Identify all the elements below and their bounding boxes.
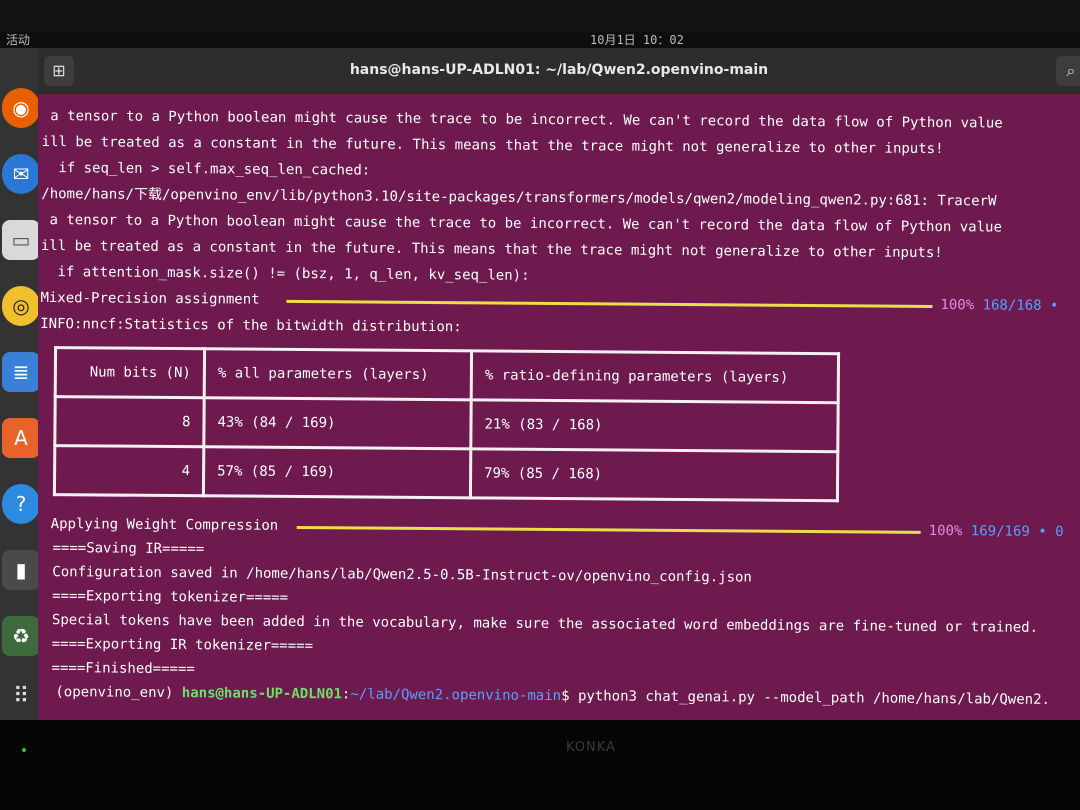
firefox-icon[interactable]: ◉ [2,88,40,128]
progress-status: 100% 169/169 • 0 [929,519,1064,544]
output-line: if seq_len > self.max_seq_len_cached: [41,159,371,179]
table-cell: 4 [54,445,204,496]
table-header: % ratio-defining parameters (layers) [471,350,839,403]
progress-tail: • [1049,297,1059,314]
prompt-dollar: $ [561,688,579,705]
info-line: INFO:nncf:Statistics of the bitwidth dis… [40,315,462,336]
terminal-window[interactable]: ⊞ hans@hans-UP-ADLN01: ~/lab/Qwen2.openv… [38,48,1080,720]
clock[interactable]: 10月1日 10：02 [590,32,684,48]
progress-tail: • 0 [1038,523,1064,541]
progress-status: 100% 168/168 • [940,293,1058,318]
table-cell: 57% (85 / 169) [203,446,471,498]
help-icon[interactable]: ? [2,484,40,524]
thunderbird-icon[interactable]: ✉ [2,154,40,194]
table-row: 4 57% (85 / 169) 79% (85 / 168) [54,445,838,501]
monitor-brand-logo: KONKA [566,740,616,755]
output-line: ====Exporting IR tokenizer===== [51,636,314,655]
progress-bar [286,299,933,308]
progress-count: 168/168 [982,297,1042,314]
activities-button[interactable]: 活动 [6,32,30,48]
apps-grid-icon[interactable]: ⠿ [2,676,40,716]
output-line: ====Exporting tokenizer===== [52,588,289,606]
title-bar: ⊞ hans@hans-UP-ADLN01: ~/lab/Qwen2.openv… [38,48,1080,94]
table-cell: 79% (85 / 168) [470,448,838,501]
shell-prompt[interactable]: (openvino_env) hans@hans-UP-ADLN01:~/lab… [55,680,1050,712]
bitwidth-table: Num bits (N) % all parameters (layers) %… [53,346,840,502]
top-bar: 活动 10月1日 10：02 [0,32,1080,48]
prompt-separator: : [341,686,351,703]
command-text[interactable]: python3 chat_genai.py --model_path /home… [578,688,1050,708]
table-header-row: Num bits (N) % all parameters (layers) %… [55,347,839,403]
table-cell: 43% (84 / 169) [203,397,472,449]
prompt-env: (openvino_env) [55,684,182,702]
files-icon[interactable]: ▭ [2,220,40,260]
software-icon[interactable]: A [2,418,40,458]
search-button[interactable]: ⌕ [1056,56,1080,86]
power-led [22,748,26,752]
prompt-user: hans@hans-UP-ADLN01 [181,685,343,703]
monitor-bezel: KONKA [0,720,1080,810]
table-cell: 21% (83 / 168) [470,399,839,452]
progress-count: 169/169 [970,523,1030,540]
table-row: 8 43% (84 / 169) 21% (83 / 168) [54,396,839,452]
output-line: ====Saving IR===== [52,540,205,558]
table-header: Num bits (N) [55,347,205,398]
progress-percent: 100% [928,522,963,540]
trash-icon[interactable]: ♻ [2,616,40,656]
window-title: hans@hans-UP-ADLN01: ~/lab/Qwen2.openvin… [349,62,769,78]
rhythmbox-icon[interactable]: ◎ [2,286,40,326]
writer-icon[interactable]: ≣ [2,352,40,392]
output-line: ====Finished===== [51,660,195,678]
progress-percent: 100% [940,297,975,314]
progress-label: Applying Weight Compression [50,516,279,534]
table-header: % all parameters (layers) [204,348,472,400]
desktop-screen: 活动 10月1日 10：02 ◉ ✉ ▭ ◎ ≣ A ? ▮ ♻ ⠿ ⊞ han… [0,32,1080,720]
table-cell: 8 [54,396,205,447]
terminal-icon[interactable]: ▮ [2,550,40,590]
terminal-output[interactable]: a tensor to a Python boolean might cause… [38,104,1080,720]
prompt-path: ~/lab/Qwen2.openvino-main [350,686,562,705]
output-line: if attention_mask.size() != (bsz, 1, q_l… [40,263,530,284]
progress-label: Mixed-Precision assignment [40,289,260,308]
progress-bar [296,526,921,534]
